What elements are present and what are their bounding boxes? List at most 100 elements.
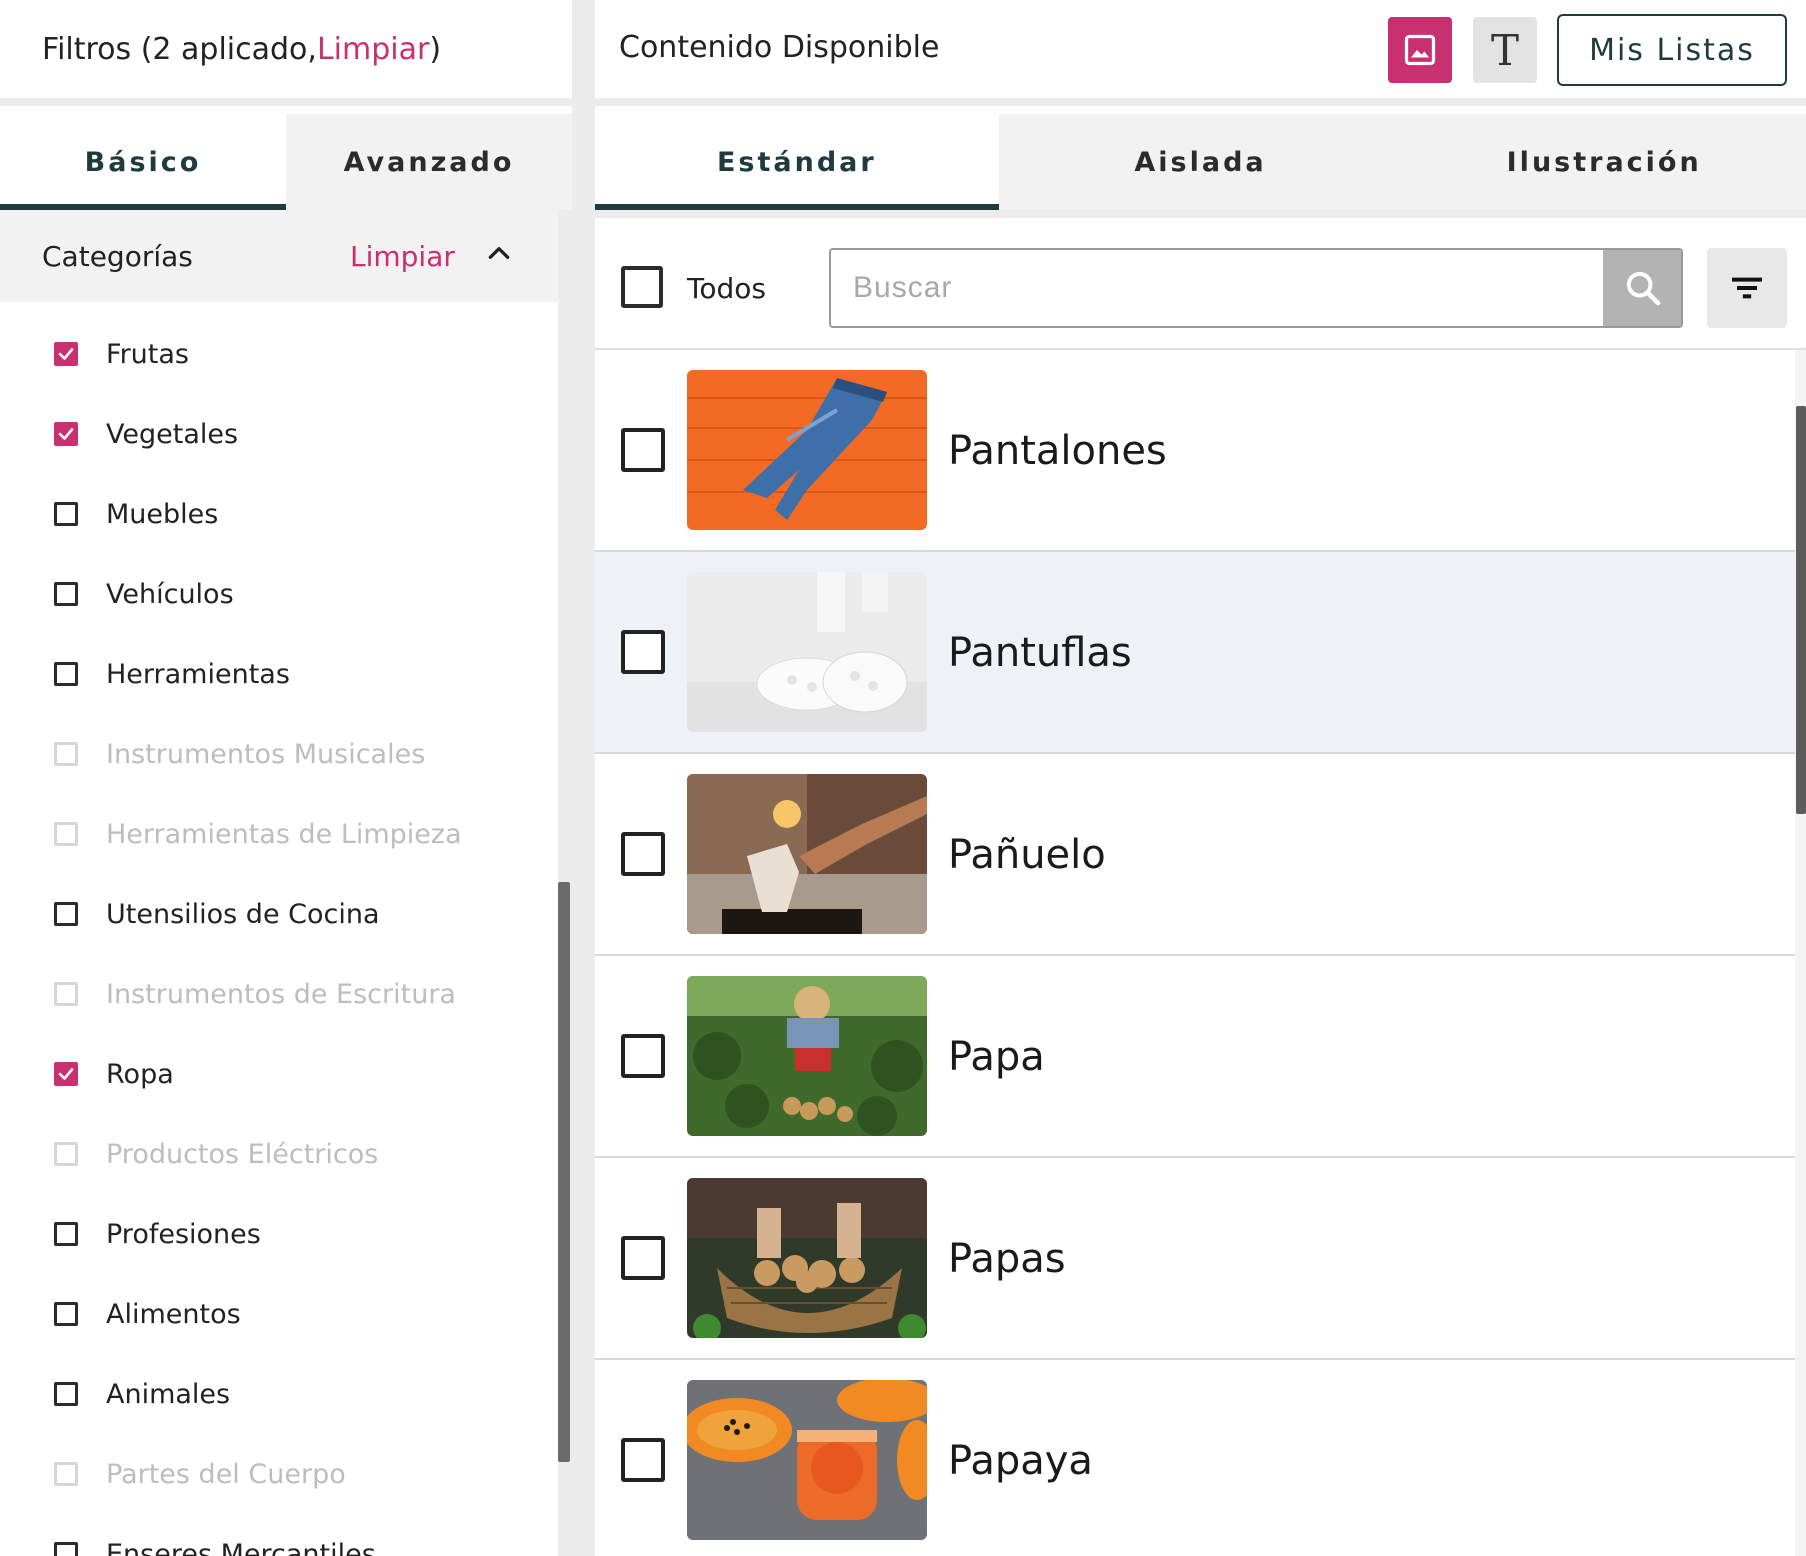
categories-scrollbar-thumb[interactable] <box>558 882 570 1462</box>
result-checkbox[interactable] <box>621 1438 665 1482</box>
result-row[interactable]: Papaya <box>595 1360 1795 1556</box>
category-label: Animales <box>106 1378 231 1410</box>
category-checkbox[interactable] <box>54 422 78 446</box>
category-label: Enseres Mercantiles <box>106 1538 376 1556</box>
category-checkbox <box>54 742 78 766</box>
result-checkbox[interactable] <box>621 832 665 876</box>
category-item[interactable]: Vegetales <box>54 414 238 454</box>
category-item[interactable]: Vehículos <box>54 574 234 614</box>
categories-section: Categorías Limpiar Frutas Vegetales Mueble… <box>0 210 572 1556</box>
category-checkbox <box>54 1142 78 1166</box>
category-item: Instrumentos de Escritura <box>54 974 456 1014</box>
categories-header[interactable]: Categorías Limpiar <box>0 210 558 302</box>
filters-summary: Filtros (2 aplicado, <box>42 31 317 67</box>
result-checkbox[interactable] <box>621 630 665 674</box>
filters-summary-suffix: ) <box>429 31 442 67</box>
category-item[interactable]: Herramientas <box>54 654 290 694</box>
result-row[interactable]: Papa <box>595 956 1795 1158</box>
category-checkbox[interactable] <box>54 1542 78 1556</box>
category-label: Herramientas de Limpieza <box>106 818 462 850</box>
category-checkbox <box>54 822 78 846</box>
result-thumbnail[interactable] <box>687 572 927 732</box>
text-mode-button[interactable]: T <box>1473 17 1537 83</box>
category-item[interactable]: Utensilios de Cocina <box>54 894 380 934</box>
result-row[interactable]: Papas <box>595 1158 1795 1360</box>
category-label: Alimentos <box>106 1298 241 1330</box>
search-box <box>829 248 1683 328</box>
content-title: Contenido Disponible <box>619 30 940 65</box>
content-tabs: Estándar Aislada Ilustración <box>595 114 1806 210</box>
result-thumbnail[interactable] <box>687 976 927 1136</box>
result-row[interactable]: Pañuelo <box>595 754 1795 956</box>
result-label: Pañuelo <box>948 832 1106 878</box>
category-checkbox <box>54 982 78 1006</box>
category-label: Utensilios de Cocina <box>106 898 380 930</box>
image-icon <box>1404 34 1436 66</box>
category-item[interactable]: Profesiones <box>54 1214 261 1254</box>
tab-basico[interactable]: Básico <box>0 114 286 210</box>
content-header: Contenido Disponible T Mis Listas <box>595 0 1806 106</box>
category-checkbox[interactable] <box>54 662 78 686</box>
category-item[interactable]: Alimentos <box>54 1294 241 1334</box>
categories-clear-link[interactable]: Limpiar <box>350 240 455 273</box>
category-checkbox[interactable] <box>54 1382 78 1406</box>
category-label: Instrumentos de Escritura <box>106 978 456 1010</box>
result-row[interactable]: Pantalones <box>595 350 1795 552</box>
category-item[interactable]: Enseres Mercantiles <box>54 1534 376 1556</box>
category-checkbox[interactable] <box>54 502 78 526</box>
category-item[interactable]: Animales <box>54 1374 230 1414</box>
search-button[interactable] <box>1603 250 1681 326</box>
category-checkbox[interactable] <box>54 1062 78 1086</box>
category-item: Herramientas de Limpieza <box>54 814 462 854</box>
category-label: Herramientas <box>106 658 290 690</box>
filter-tabs: Básico Avanzado <box>0 114 572 210</box>
result-label: Papas <box>948 1236 1066 1282</box>
result-label: Papaya <box>948 1438 1093 1484</box>
category-label: Profesiones <box>106 1218 261 1250</box>
sort-filter-button[interactable] <box>1707 248 1787 328</box>
result-checkbox[interactable] <box>621 1236 665 1280</box>
tab-estandar[interactable]: Estándar <box>595 114 999 210</box>
content-toolbar: Todos <box>595 210 1806 348</box>
category-item[interactable]: Muebles <box>54 494 218 534</box>
filters-clear-link[interactable]: Limpiar <box>317 32 429 67</box>
results-scrollbar-thumb[interactable] <box>1796 406 1806 814</box>
result-thumbnail[interactable] <box>687 1380 927 1540</box>
result-label: Papa <box>948 1034 1045 1080</box>
category-item[interactable]: Ropa <box>54 1054 174 1094</box>
select-all-label: Todos <box>687 272 766 305</box>
category-checkbox[interactable] <box>54 902 78 926</box>
chevron-up-icon[interactable] <box>486 240 512 266</box>
category-checkbox[interactable] <box>54 582 78 606</box>
my-lists-button[interactable]: Mis Listas <box>1557 14 1787 86</box>
category-label: Ropa <box>106 1058 174 1090</box>
result-thumbnail[interactable] <box>687 774 927 934</box>
tab-ilustracion[interactable]: Ilustración <box>1402 114 1806 210</box>
category-checkbox[interactable] <box>54 1302 78 1326</box>
category-label: Frutas <box>106 338 189 370</box>
result-row[interactable]: Pantuflas <box>595 552 1795 754</box>
select-all-checkbox[interactable] <box>621 266 663 308</box>
category-checkbox[interactable] <box>54 342 78 366</box>
search-input[interactable] <box>831 250 1603 326</box>
tab-aislada[interactable]: Aislada <box>998 114 1403 210</box>
categories-title: Categorías <box>42 239 193 273</box>
filters-panel: Filtros (2 aplicado, Limpiar) Básico Ava… <box>0 0 572 1556</box>
category-label: Vehículos <box>106 578 234 610</box>
category-label: Vegetales <box>106 418 239 450</box>
result-thumbnail[interactable] <box>687 370 927 530</box>
check-icon <box>58 428 74 440</box>
category-item[interactable]: Frutas <box>54 334 189 374</box>
category-item: Productos Eléctricos <box>54 1134 378 1174</box>
category-checkbox <box>54 1462 78 1486</box>
image-mode-button[interactable] <box>1388 17 1452 83</box>
tab-avanzado[interactable]: Avanzado <box>286 114 572 210</box>
result-thumbnail[interactable] <box>687 1178 927 1338</box>
result-checkbox[interactable] <box>621 428 665 472</box>
result-checkbox[interactable] <box>621 1034 665 1078</box>
content-panel: Contenido Disponible T Mis Listas Estánd… <box>595 0 1806 1556</box>
category-checkbox[interactable] <box>54 1222 78 1246</box>
category-label: Muebles <box>106 498 219 530</box>
category-label: Partes del Cuerpo <box>106 1458 346 1490</box>
category-label: Instrumentos Musicales <box>106 738 426 770</box>
